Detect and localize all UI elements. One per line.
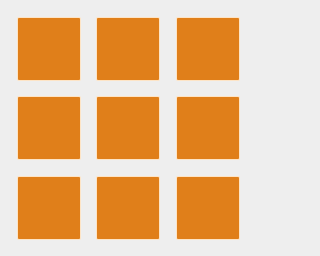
grid-tile — [18, 177, 80, 239]
grid-tile — [97, 97, 159, 159]
grid-tile — [177, 97, 239, 159]
grid-tile — [177, 177, 239, 239]
grid-tile — [177, 18, 239, 80]
grid-tile — [97, 177, 159, 239]
grid-3x3-icon — [0, 0, 256, 256]
grid-tile — [97, 18, 159, 80]
grid-tile — [18, 18, 80, 80]
grid-tile — [18, 97, 80, 159]
